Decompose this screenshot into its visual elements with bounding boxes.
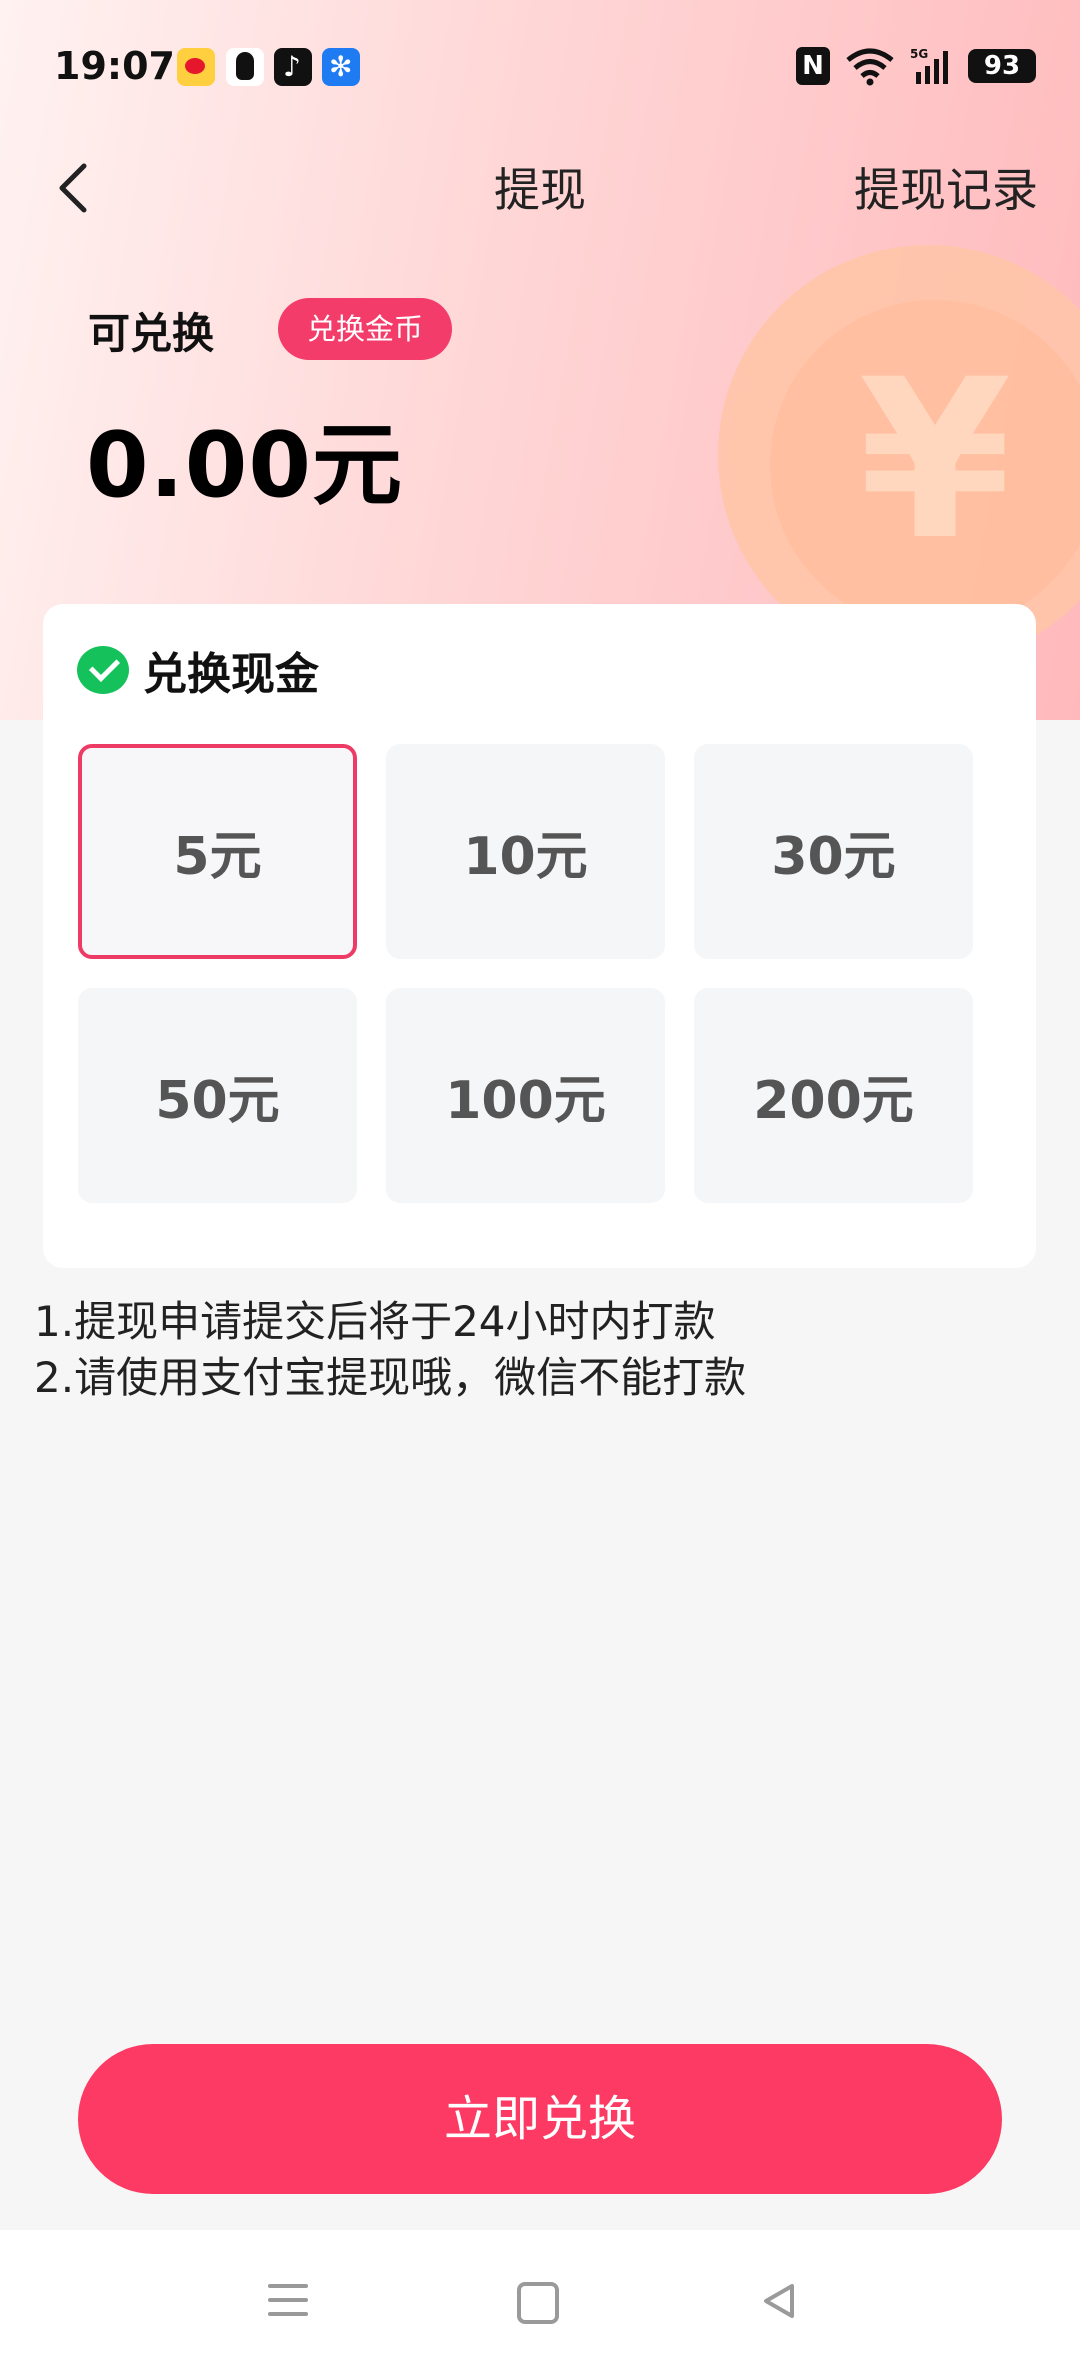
withdraw-notes: 1.提现申请提交后将于24小时内打款 2.请使用支付宝提现哦，微信不能打款 <box>34 1294 746 1406</box>
balance-amount: 0.00元 <box>86 413 404 518</box>
status-time: 19:07 <box>54 44 175 88</box>
qq-icon <box>226 48 264 86</box>
yen-icon: ¥ <box>858 332 1012 588</box>
exchange-now-button[interactable]: 立即兑换 <box>78 2044 1002 2194</box>
home-icon[interactable] <box>517 2282 559 2324</box>
system-back-icon[interactable] <box>758 2280 800 2322</box>
withdraw-record-link[interactable]: 提现记录 <box>854 154 1038 220</box>
network-label: 5G <box>910 47 928 61</box>
card-header: 兑换现金 <box>77 640 319 700</box>
amount-option-10[interactable]: 10元 <box>386 744 665 959</box>
amount-option-5[interactable]: 5元 <box>78 744 357 959</box>
amount-option-30[interactable]: 30元 <box>694 744 973 959</box>
note-line: 2.请使用支付宝提现哦，微信不能打款 <box>34 1353 747 1402</box>
amount-option-200[interactable]: 200元 <box>694 988 973 1203</box>
signal-icon: 5G <box>910 46 954 86</box>
fan-icon <box>322 48 360 86</box>
exchange-coins-button[interactable]: 兑换金币 <box>278 298 452 360</box>
balance-label: 可兑换 <box>88 309 215 358</box>
status-indicators: N 5G 93 <box>796 44 1036 88</box>
amount-option-100[interactable]: 100元 <box>386 988 665 1203</box>
amount-option-50[interactable]: 50元 <box>78 988 357 1203</box>
note-line: 1.提现申请提交后将于24小时内打款 <box>34 1297 716 1346</box>
wifi-icon <box>844 46 896 86</box>
nfc-icon: N <box>796 47 830 85</box>
battery-icon: 93 <box>968 49 1036 83</box>
menu-icon[interactable] <box>268 2284 308 2320</box>
exchange-cash-card: 兑换现金 5元 10元 30元 50元 100元 200元 <box>43 604 1036 1268</box>
system-navigation-bar <box>0 2230 1080 2362</box>
wechat-icon <box>77 646 129 694</box>
tiktok-icon <box>274 48 312 86</box>
status-bar: 19:07 N 5G 93 <box>0 0 1080 130</box>
card-title: 兑换现金 <box>143 649 319 700</box>
weibo-icon <box>177 48 215 86</box>
